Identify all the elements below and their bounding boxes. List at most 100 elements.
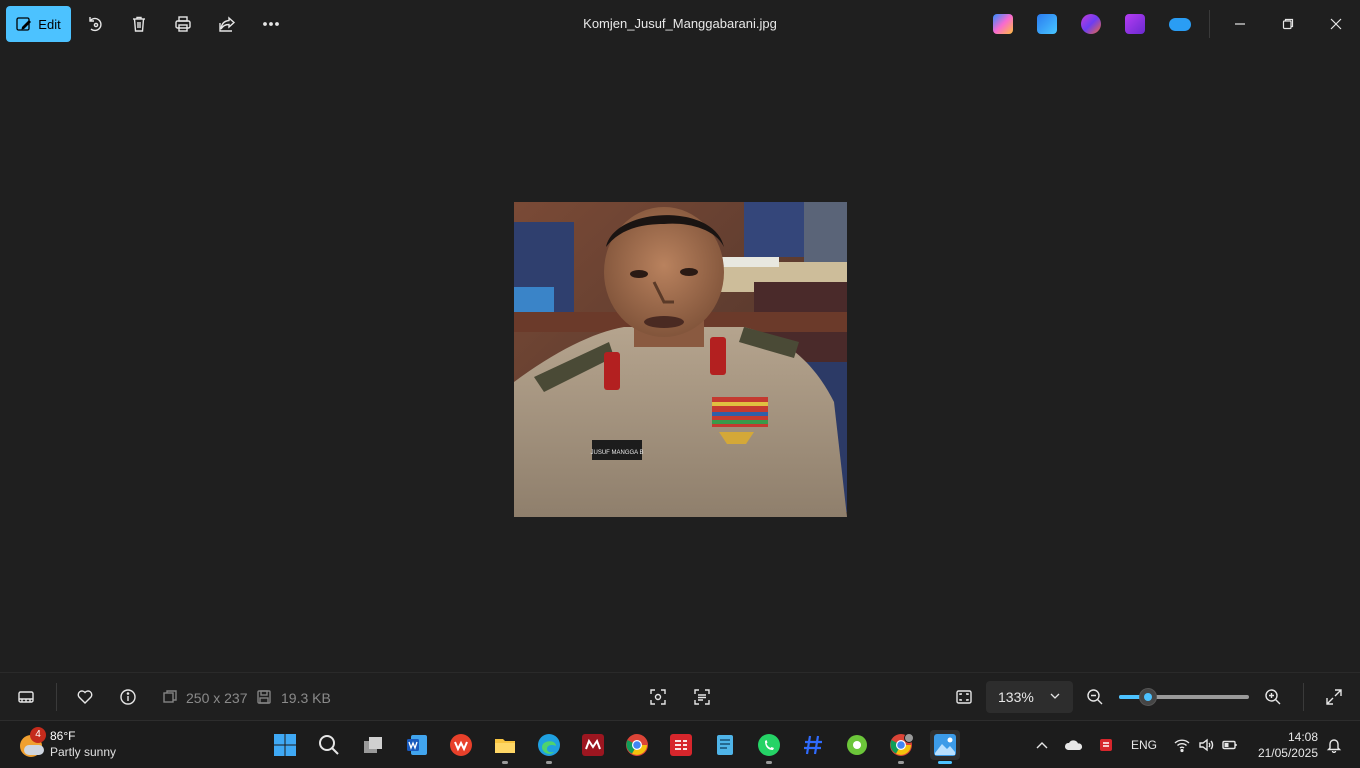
taskbar-app-green[interactable] [842, 730, 872, 760]
dimensions-icon [160, 687, 180, 707]
info-icon[interactable] [118, 687, 138, 707]
officer-photo: JUSUF MANGGA B [514, 202, 847, 517]
taskbar-chrome-profile[interactable] [886, 730, 916, 764]
battery-icon[interactable] [1220, 735, 1240, 755]
gear-app-icon [847, 735, 867, 755]
restore-button[interactable] [1276, 12, 1300, 36]
language-indicator[interactable]: ENG [1131, 738, 1157, 752]
system-clock[interactable]: 14:08 21/05/2025 [1252, 729, 1318, 761]
bottom-divider [56, 683, 57, 711]
bottom-divider-right [1303, 683, 1304, 711]
taskbar-notepad[interactable] [710, 730, 740, 760]
video-editor-icon[interactable] [1125, 14, 1145, 34]
taskbar-search[interactable] [314, 730, 344, 760]
name-tag-text: JUSUF MANGGA B [590, 450, 643, 456]
onedrive-icon[interactable] [1169, 18, 1191, 31]
top-toolbar: Edit Komjen_Jusuf_Manggabarani.jpg [0, 0, 1360, 48]
photos-app: Edit Komjen_Jusuf_Manggabarani.jpg JUSUF… [0, 0, 1360, 720]
taskbar-edge[interactable] [534, 730, 564, 764]
zoom-slider[interactable] [1119, 688, 1249, 706]
window-title: Komjen_Jusuf_Manggabarani.jpg [583, 16, 777, 31]
bottom-toolbar: 250 x 237 19.3 KB 133% [0, 672, 1360, 720]
running-indicator [898, 761, 904, 764]
taskbar-file-explorer[interactable] [490, 730, 520, 764]
search-icon [319, 735, 339, 755]
taskbar-photos[interactable] [930, 730, 960, 764]
start-button[interactable] [270, 730, 300, 760]
whatsapp-icon [758, 734, 780, 756]
delete-icon[interactable] [127, 12, 151, 36]
word-icon [407, 735, 427, 755]
edit-button[interactable]: Edit [6, 6, 71, 42]
taskbar-mendeley[interactable] [578, 730, 608, 760]
photo-canvas[interactable]: JUSUF MANGGA B [514, 202, 847, 517]
weather-widget[interactable]: 4 86°F Partly sunny [16, 727, 136, 763]
running-indicator [502, 761, 508, 764]
close-icon [1330, 18, 1342, 30]
running-indicator [766, 761, 772, 764]
zoom-slider-thumb[interactable] [1138, 688, 1157, 706]
tray-onedrive[interactable] [1064, 735, 1084, 755]
photos-icon [934, 734, 956, 756]
chrome-profile-icon [890, 733, 913, 756]
zoom-value: 133% [998, 689, 1034, 705]
show-hidden-icons[interactable] [1033, 735, 1051, 755]
task-view-button[interactable] [358, 730, 388, 760]
hash-app-icon [804, 735, 822, 755]
text-scan-icon[interactable] [692, 687, 712, 707]
full-screen-icon[interactable] [1324, 687, 1344, 707]
zoom-dropdown[interactable]: 133% [986, 681, 1073, 713]
designer-icon[interactable] [1037, 14, 1057, 34]
folder-icon [495, 739, 515, 753]
notepad-icon [717, 735, 733, 755]
clock-date: 21/05/2025 [1257, 746, 1318, 760]
filmstrip-icon[interactable] [16, 687, 36, 707]
weather-badge: 4 [30, 727, 46, 743]
taskbar-smart-edit[interactable] [666, 730, 696, 760]
file-size: 19.3 KB [281, 690, 331, 706]
clock-time: 14:08 [1287, 730, 1318, 744]
toolbar-divider [1209, 10, 1210, 38]
restore-icon [1282, 18, 1294, 30]
active-indicator [938, 761, 952, 764]
tray-app-badge[interactable] [1096, 735, 1116, 755]
close-button[interactable] [1324, 12, 1348, 36]
weather-temperature: 86°F [50, 729, 76, 743]
cloud-icon [1064, 740, 1083, 750]
taskbar-wps[interactable] [446, 730, 476, 760]
print-icon[interactable] [171, 12, 195, 36]
zoom-in-icon[interactable] [1263, 687, 1283, 707]
running-indicator [546, 761, 552, 764]
mendeley-icon [582, 734, 604, 756]
taskbar-word[interactable] [402, 730, 432, 760]
visual-search-icon[interactable] [648, 687, 668, 707]
chevron-down-icon [1050, 693, 1060, 699]
windows-logo-icon [274, 734, 296, 756]
notification-bell-icon[interactable] [1325, 735, 1343, 755]
fit-to-window-icon[interactable] [954, 687, 974, 707]
rotate-icon[interactable] [83, 12, 107, 36]
taskbar-app-hash[interactable] [798, 730, 828, 760]
favorite-icon[interactable] [75, 687, 95, 707]
zoom-out-icon[interactable] [1085, 687, 1105, 707]
weather-condition: Partly sunny [50, 745, 117, 759]
minimize-icon [1235, 23, 1245, 25]
copilot-icon[interactable] [993, 14, 1013, 34]
file-size-icon [254, 687, 274, 707]
minimize-button[interactable] [1228, 12, 1252, 36]
task-view-icon [364, 737, 382, 753]
chevron-up-icon [1036, 742, 1048, 749]
edge-icon [538, 734, 560, 756]
clipchamp-icon[interactable] [1081, 14, 1101, 34]
taskbar-chrome[interactable] [622, 730, 652, 760]
chrome-icon [626, 734, 648, 756]
wifi-icon[interactable] [1172, 735, 1192, 755]
smartedit-icon [670, 734, 692, 756]
taskbar: 4 86°F Partly sunny ENG 14:08 21/05/2025 [0, 720, 1360, 768]
more-icon[interactable] [259, 12, 283, 36]
tray-app-icon [1100, 739, 1112, 751]
share-icon[interactable] [215, 12, 239, 36]
taskbar-whatsapp[interactable] [754, 730, 784, 764]
volume-icon[interactable] [1196, 735, 1216, 755]
weather-cloud-icon [24, 745, 44, 755]
